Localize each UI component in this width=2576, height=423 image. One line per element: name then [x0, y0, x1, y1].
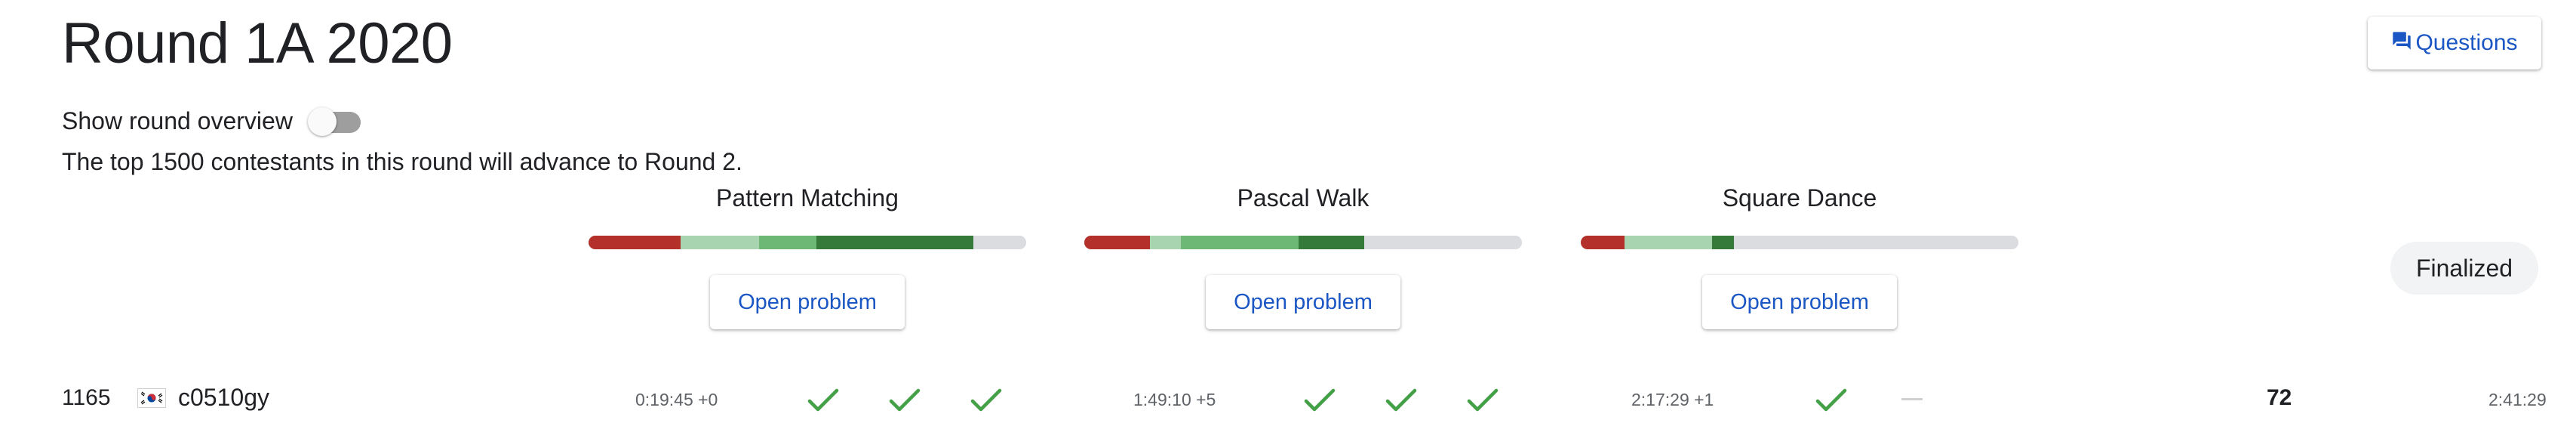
solved-check-icon: [1304, 387, 1336, 414]
problem-distribution-bar: [1084, 236, 1522, 249]
round-overview-label: Show round overview: [62, 107, 293, 134]
page-title: Round 1A 2020: [62, 11, 453, 76]
solved-check-icon: [807, 387, 839, 414]
distribution-segment: [816, 236, 974, 249]
solved-check-icon: [1815, 387, 1847, 414]
problem-name: Pattern Matching: [716, 184, 899, 212]
distribution-segment: [589, 236, 681, 249]
problem-distribution-bar: [589, 236, 1026, 249]
contestant-score: 72: [2267, 385, 2292, 410]
round-overview-toggle[interactable]: [308, 107, 365, 136]
solved-check-icon: [970, 387, 1002, 414]
distribution-segment: [1712, 236, 1734, 249]
distribution-segment: [1625, 236, 1712, 249]
round-status-badge: Finalized: [2390, 242, 2538, 295]
questions-button[interactable]: Questions: [2368, 17, 2541, 69]
solved-check-icon: [1385, 387, 1417, 414]
distribution-segment: [1084, 236, 1150, 249]
distribution-segment: [1150, 236, 1181, 249]
open-problem-button[interactable]: Open problem: [1206, 275, 1400, 329]
distribution-segment: [1180, 236, 1299, 249]
open-problem-button[interactable]: Open problem: [710, 275, 905, 329]
toggle-knob: [308, 107, 337, 136]
distribution-segment: [1299, 236, 1365, 249]
problem-solve-time: 0:19:45 +0: [635, 390, 718, 409]
open-problem-button[interactable]: Open problem: [1702, 275, 1897, 329]
unattempted-dash-icon: [1901, 398, 1923, 400]
problem-name: Square Dance: [1722, 184, 1877, 212]
distribution-segment: [973, 236, 1026, 249]
distribution-segment: [1364, 236, 1522, 249]
solved-check-icon: [889, 387, 921, 414]
advance-info-text: The top 1500 contestants in this round w…: [62, 148, 742, 175]
question-answer-icon: [2393, 32, 2412, 50]
problem-solve-time: 1:49:10 +5: [1133, 390, 1216, 409]
problem-name: Pascal Walk: [1237, 184, 1369, 212]
south-korea-flag-icon: [137, 388, 166, 408]
contestant-rank: 1165: [62, 385, 111, 410]
questions-button-label: Questions: [2415, 30, 2518, 55]
distribution-segment: [1581, 236, 1625, 249]
solved-check-icon: [1467, 387, 1499, 414]
contestant-penalty-time: 2:41:29: [2488, 390, 2547, 409]
distribution-segment: [759, 236, 816, 249]
distribution-segment: [680, 236, 760, 249]
problem-distribution-bar: [1581, 236, 2018, 249]
contestant-username[interactable]: c0510gy: [178, 384, 269, 412]
distribution-segment: [1734, 236, 2018, 249]
problem-solve-time: 2:17:29 +1: [1631, 390, 1714, 409]
